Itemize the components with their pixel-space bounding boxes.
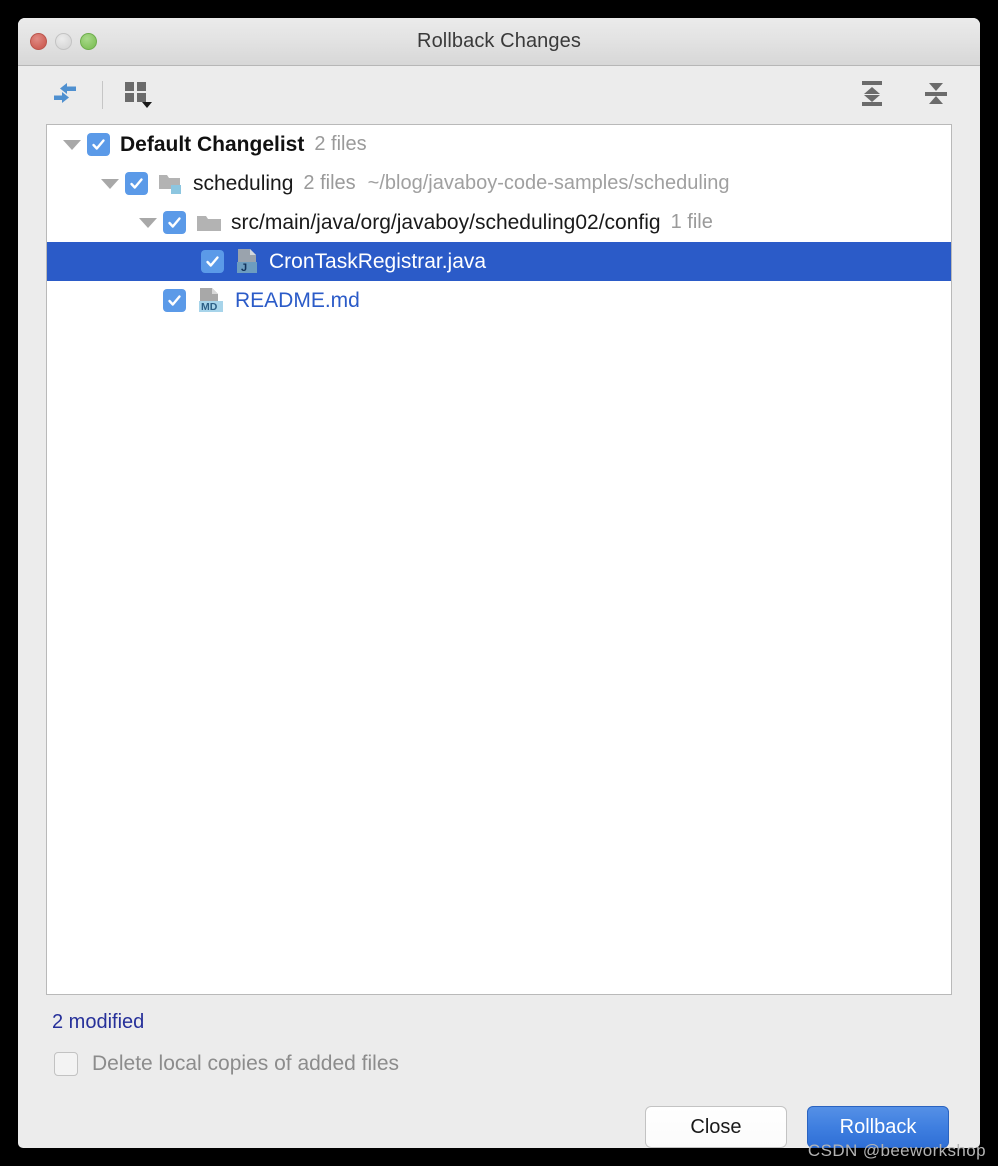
tree-twisty-expanded[interactable] <box>57 139 87 150</box>
window-titlebar: Rollback Changes <box>18 18 980 66</box>
tree-row-count: 1 file <box>670 211 713 233</box>
row-checkbox[interactable] <box>163 211 186 234</box>
collapse-all-button[interactable] <box>916 77 956 113</box>
delete-local-copies-checkbox[interactable] <box>54 1052 78 1076</box>
tree-row-label: src/main/java/org/javaboy/scheduling02/c… <box>231 210 661 234</box>
tree-row[interactable]: J CronTaskRegistrar.java <box>47 242 951 281</box>
tree-row[interactable]: Default Changelist 2 files <box>47 125 951 164</box>
tree-row-label: CronTaskRegistrar.java <box>269 249 487 273</box>
delete-local-copies-row[interactable]: Delete local copies of added files <box>46 1034 952 1076</box>
folder-icon <box>196 212 222 234</box>
tree-row-path: ~/blog/javaboy-code-samples/scheduling <box>367 172 730 194</box>
row-checkbox[interactable] <box>87 133 110 156</box>
chevron-down-icon <box>101 178 119 189</box>
window-title: Rollback Changes <box>417 30 581 52</box>
row-checkbox[interactable] <box>163 289 186 312</box>
tree-twisty-expanded[interactable] <box>95 178 125 189</box>
show-diff-button[interactable] <box>46 77 86 113</box>
tree-twisty-expanded[interactable] <box>133 217 163 228</box>
tree-row[interactable]: MD README.md <box>47 281 951 320</box>
changes-tree-panel[interactable]: Default Changelist 2 files scheduling 2 fil… <box>46 124 952 995</box>
module-folder-icon <box>158 172 184 196</box>
row-checkbox[interactable] <box>201 250 224 273</box>
collapse-all-icon <box>921 78 951 113</box>
svg-text:J: J <box>241 262 247 274</box>
show-diff-icon <box>51 80 81 111</box>
expand-all-button[interactable] <box>852 77 892 113</box>
tree-row[interactable]: scheduling 2 files ~/blog/javaboy-code-sam… <box>47 164 951 203</box>
markdown-file-icon: MD <box>196 287 226 314</box>
chevron-down-icon <box>139 217 157 228</box>
close-button[interactable]: Close <box>645 1106 787 1148</box>
rollback-changes-window: Rollback Changes Default Changelist 2 fi… <box>18 18 980 1148</box>
tree-row-label: README.md <box>235 288 360 312</box>
status-modified-count: 2 modified <box>52 1011 145 1033</box>
delete-local-copies-label: Delete local copies of added files <box>92 1052 400 1075</box>
watermark: CSDN @beeworkshop <box>807 1141 986 1160</box>
group-by-button[interactable] <box>119 77 159 113</box>
dialog-button-bar: Close Rollback <box>46 1076 952 1148</box>
toolbar-right-group <box>852 77 956 113</box>
java-file-icon: J <box>234 248 260 275</box>
chevron-down-icon <box>63 139 81 150</box>
toolbar <box>18 66 980 124</box>
tree-row-count: 2 files <box>314 133 367 155</box>
row-checkbox[interactable] <box>125 172 148 195</box>
tree-row-label: scheduling <box>193 171 294 195</box>
tree-row[interactable]: src/main/java/org/javaboy/scheduling02/c… <box>47 203 951 242</box>
svg-text:MD: MD <box>201 301 218 313</box>
expand-all-icon <box>857 78 887 113</box>
tree-row-label: Default Changelist <box>120 132 305 156</box>
dialog-bottom-area: 2 modified Delete local copies of added … <box>18 995 980 1148</box>
toolbar-divider <box>102 81 103 109</box>
toolbar-left-group <box>46 77 159 113</box>
tree-row-count: 2 files <box>303 172 356 194</box>
group-by-icon <box>122 78 156 113</box>
